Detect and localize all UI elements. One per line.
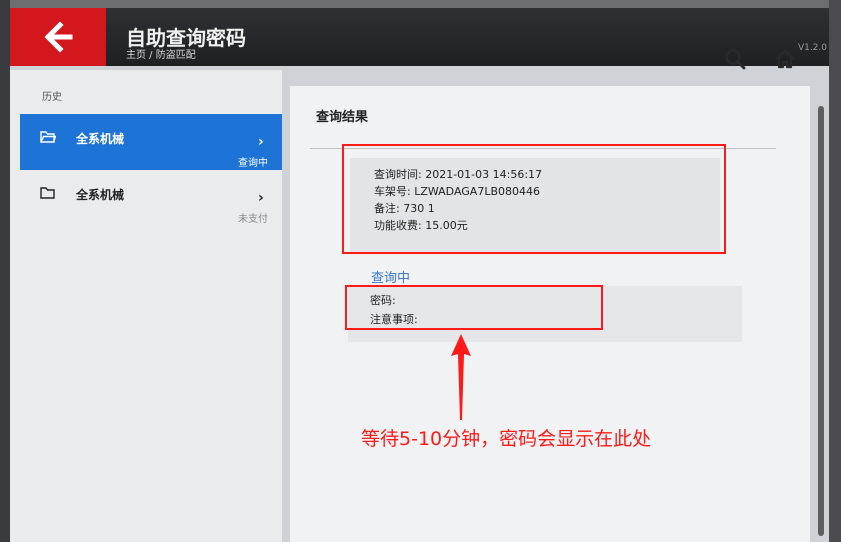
device-frame-right [829,0,841,542]
sidebar-title: 历史 [42,92,62,103]
annotation-text: 等待5-10分钟，密码会显示在此处 [361,428,652,450]
search-icon [725,49,746,70]
history-item-status: 查询中 [238,158,268,169]
breadcrumb: 主页 / 防盗匹配 [126,50,196,61]
version-label: V1.2.0 [797,43,827,53]
history-item-label: 全系机械 [76,188,125,202]
top-bar: 自助查询密码 主页 / 防盗匹配 V1.2.0 [10,8,829,66]
history-item-label: 全系机械 [76,132,125,146]
query-status: 查询中 [371,271,411,286]
annotation-arrow-icon [451,334,471,420]
result-title: 查询结果 [316,110,369,125]
device-frame-left [0,0,10,542]
home-icon [775,49,795,69]
history-item-unpaid[interactable]: 全系机械 › 未支付 [20,170,282,226]
folder-icon [40,187,55,199]
history-item-status: 未支付 [238,214,268,225]
history-sidebar: 历史 全系机械 › 查询中 全系机械 › 未支付 [10,70,282,542]
chevron-right-icon: › [258,134,264,150]
back-button[interactable] [10,8,106,66]
annotation-box-info [342,144,726,254]
folder-open-icon [40,131,56,143]
chevron-right-icon: › [258,190,264,206]
back-arrow-icon [44,21,73,53]
scrollbar[interactable] [818,106,824,536]
annotation-box-password [345,285,603,330]
history-item-querying[interactable]: 全系机械 › 查询中 [20,114,282,170]
home-button[interactable] [770,44,800,74]
search-button[interactable] [720,44,750,74]
